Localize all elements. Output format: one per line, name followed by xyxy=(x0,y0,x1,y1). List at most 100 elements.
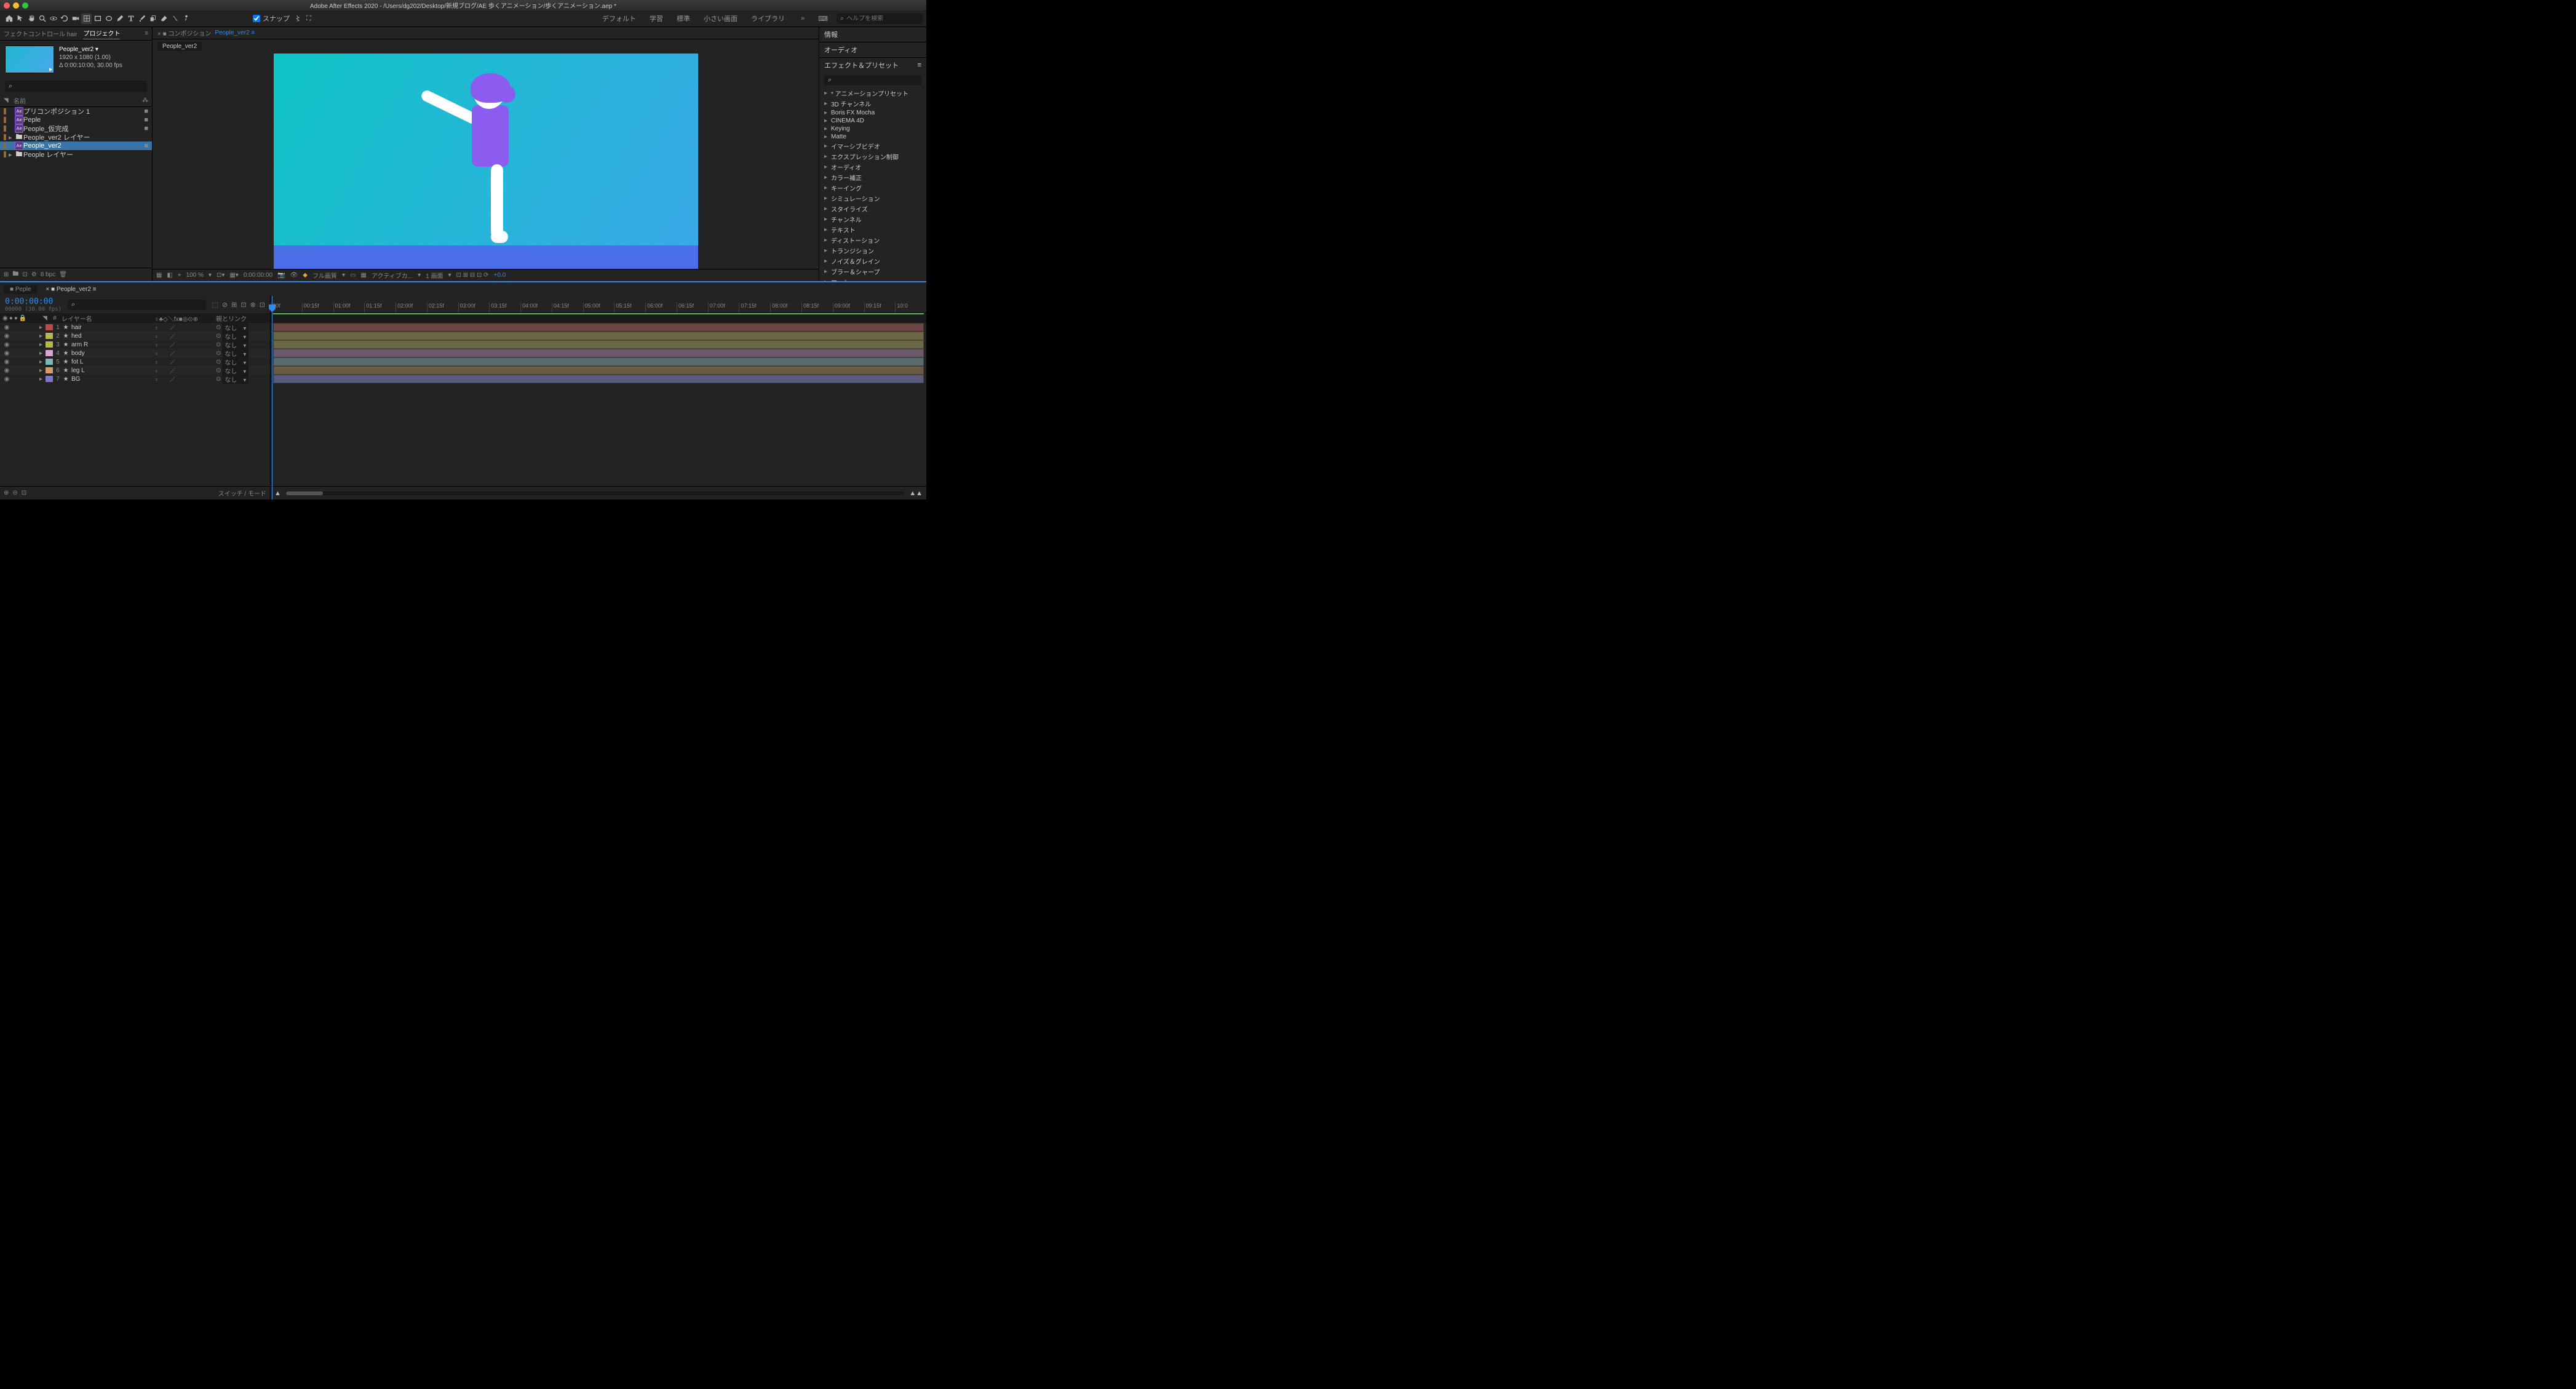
roto-tool-icon[interactable] xyxy=(170,14,180,24)
disclosure-icon[interactable]: ▸ xyxy=(824,195,829,202)
panel-menu-icon[interactable]: ≡ xyxy=(918,62,921,69)
layer-switches[interactable]: ♀ ／ xyxy=(154,349,216,357)
disclosure-icon[interactable]: ▸ xyxy=(824,237,829,244)
layer-track[interactable] xyxy=(271,323,926,332)
camera-dropdown[interactable]: アクティブカ... xyxy=(372,271,413,280)
canvas[interactable] xyxy=(274,54,698,269)
panel-menu-icon[interactable]: ≡ xyxy=(145,30,148,37)
label-color[interactable] xyxy=(4,151,6,157)
frame-blend-icon[interactable]: ⊞ xyxy=(231,301,237,309)
project-item[interactable]: ▸🖿People レイヤー xyxy=(0,150,152,159)
lock-column-icon[interactable]: 🔒 xyxy=(19,315,26,322)
disclosure-icon[interactable]: ▸ xyxy=(824,143,829,149)
effect-category[interactable]: ▸イマーシブビデオ xyxy=(824,141,921,151)
visibility-icon[interactable]: ◉ xyxy=(2,350,11,357)
effect-category[interactable]: ▸CINEMA 4D xyxy=(824,117,921,125)
comp-marker-icon[interactable]: ⬚ xyxy=(212,301,218,309)
layer-track[interactable] xyxy=(271,340,926,349)
layer-name[interactable]: fot L xyxy=(70,359,154,365)
layer-switches[interactable]: ♀ ／ xyxy=(154,341,216,349)
effect-category[interactable]: ▸チャンネル xyxy=(824,214,921,225)
layer-name[interactable]: BG xyxy=(70,376,154,383)
project-item[interactable]: Aeプリコンポジション 1■ xyxy=(0,107,152,116)
timeline-search[interactable]: ⌕ xyxy=(68,300,205,310)
effect-category[interactable]: ▸テキスト xyxy=(824,225,921,235)
disclosure-icon[interactable]: ▸ xyxy=(824,216,829,223)
label-color[interactable] xyxy=(46,324,53,330)
show-snapshot-icon[interactable]: 👁 xyxy=(290,272,298,279)
label-color[interactable] xyxy=(46,367,53,373)
camera-tool-icon[interactable] xyxy=(70,14,81,24)
disclosure-icon[interactable]: ▸ xyxy=(39,359,46,365)
name-column[interactable]: レイヤー名 xyxy=(59,314,154,323)
audio-column-icon[interactable]: ● xyxy=(9,315,13,322)
effect-category[interactable]: ▸Boris FX Mocha xyxy=(824,109,921,117)
effect-category[interactable]: ▸* アニメーションプリセット xyxy=(824,88,921,98)
layer-row[interactable]: ◉▸5★fot L♀ ／⊙ なし ▾ xyxy=(0,357,270,366)
label-color[interactable] xyxy=(46,376,53,382)
layer-name[interactable]: hair xyxy=(70,324,154,331)
layer-row[interactable]: ◉▸4★body♀ ／⊙ なし ▾ xyxy=(0,349,270,357)
workspace-tab[interactable]: 小さい画面 xyxy=(701,12,740,25)
disclosure-icon[interactable]: ▸ xyxy=(824,109,829,116)
visibility-icon[interactable]: ◉ xyxy=(2,376,11,383)
effect-category[interactable]: ▸エクスプレッション制御 xyxy=(824,151,921,162)
project-item[interactable]: ▸🖿People_ver2 レイヤー xyxy=(0,133,152,141)
view-dropdown[interactable]: 1 画面 xyxy=(426,271,443,280)
label-column-icon[interactable]: ◥ xyxy=(39,315,50,322)
home-icon[interactable] xyxy=(4,14,14,24)
settings-icon[interactable]: ⚙ xyxy=(31,271,37,278)
zoom-slider[interactable] xyxy=(286,492,904,495)
label-color[interactable] xyxy=(4,117,6,123)
layer-row[interactable]: ◉▸7★BG♀ ／⊙ なし ▾ xyxy=(0,375,270,383)
zoom-in-icon[interactable]: ▲▲ xyxy=(909,490,923,497)
layer-name[interactable]: body xyxy=(70,350,154,357)
time-ruler[interactable]: 00f00:15f01:00f01:15f02:00f02:15f03:00f0… xyxy=(271,296,926,313)
layer-switches[interactable]: ♀ ／ xyxy=(154,332,216,340)
toggle-icon[interactable]: ⊖ xyxy=(12,490,17,496)
comp-tab-name[interactable]: People_ver2 ≡ xyxy=(215,30,255,36)
parent-pickwhip[interactable]: ⊙ なし ▾ xyxy=(216,332,268,341)
visibility-icon[interactable]: ◉ xyxy=(2,359,11,365)
grid-icon[interactable]: ▦▾ xyxy=(229,272,238,279)
layer-bar[interactable] xyxy=(273,357,924,366)
new-comp-icon[interactable]: ⊡ xyxy=(22,271,27,278)
layer-track[interactable] xyxy=(271,375,926,383)
visibility-icon[interactable]: ◉ xyxy=(2,324,11,331)
zoom-out-icon[interactable]: ▲ xyxy=(274,490,281,497)
toggle-icon[interactable]: ⊕ xyxy=(4,490,9,496)
effect-category[interactable]: ▸オーディオ xyxy=(824,162,921,172)
timeline-search-input[interactable] xyxy=(75,301,202,309)
disclosure-icon[interactable]: ▸ xyxy=(824,247,829,254)
workspace-tab[interactable]: デフォルト xyxy=(600,12,638,25)
timeline-tab[interactable]: × ■ People_ver2 ≡ xyxy=(39,285,102,294)
workspace-overflow-icon[interactable]: » xyxy=(796,15,809,22)
render-icon[interactable]: ⊡ xyxy=(260,301,265,309)
workspace-tab[interactable]: ライブラリ xyxy=(749,12,787,25)
disclosure-icon[interactable]: ▸ xyxy=(824,226,829,233)
layer-bar[interactable] xyxy=(273,340,924,349)
label-color[interactable] xyxy=(4,143,6,149)
layer-track[interactable] xyxy=(271,349,926,357)
mode-toggle[interactable]: スイッチ / モード xyxy=(218,488,266,498)
resolution-icon[interactable]: ⊡▾ xyxy=(217,272,225,279)
column-indicator-icon[interactable]: ⁂ xyxy=(142,97,148,104)
timecode[interactable]: 0:00:00:00 xyxy=(5,297,62,306)
interpret-icon[interactable]: ⊞ xyxy=(4,271,9,278)
brush-tool-icon[interactable] xyxy=(137,14,147,24)
snapshot-icon[interactable]: 📷 xyxy=(277,272,285,279)
layer-name[interactable]: leg L xyxy=(70,367,154,374)
layer-row[interactable]: ◉▸6★leg L♀ ／⊙ なし ▾ xyxy=(0,366,270,375)
ellipse-tool-icon[interactable] xyxy=(103,14,114,24)
label-color[interactable] xyxy=(4,125,6,132)
audio-panel-tab[interactable]: オーディオ xyxy=(819,42,926,57)
disclosure-icon[interactable]: ▸ xyxy=(824,164,829,170)
anchor-tool-icon[interactable] xyxy=(81,14,92,24)
snap-expand-icon[interactable]: ⛶ xyxy=(306,15,311,23)
disclosure-icon[interactable]: ▸ xyxy=(824,258,829,265)
label-color[interactable] xyxy=(46,333,53,339)
zoom-dropdown[interactable]: 100 % xyxy=(186,272,204,279)
layer-bar[interactable] xyxy=(273,349,924,357)
rotate-tool-icon[interactable] xyxy=(59,14,70,24)
eraser-tool-icon[interactable] xyxy=(159,14,169,24)
